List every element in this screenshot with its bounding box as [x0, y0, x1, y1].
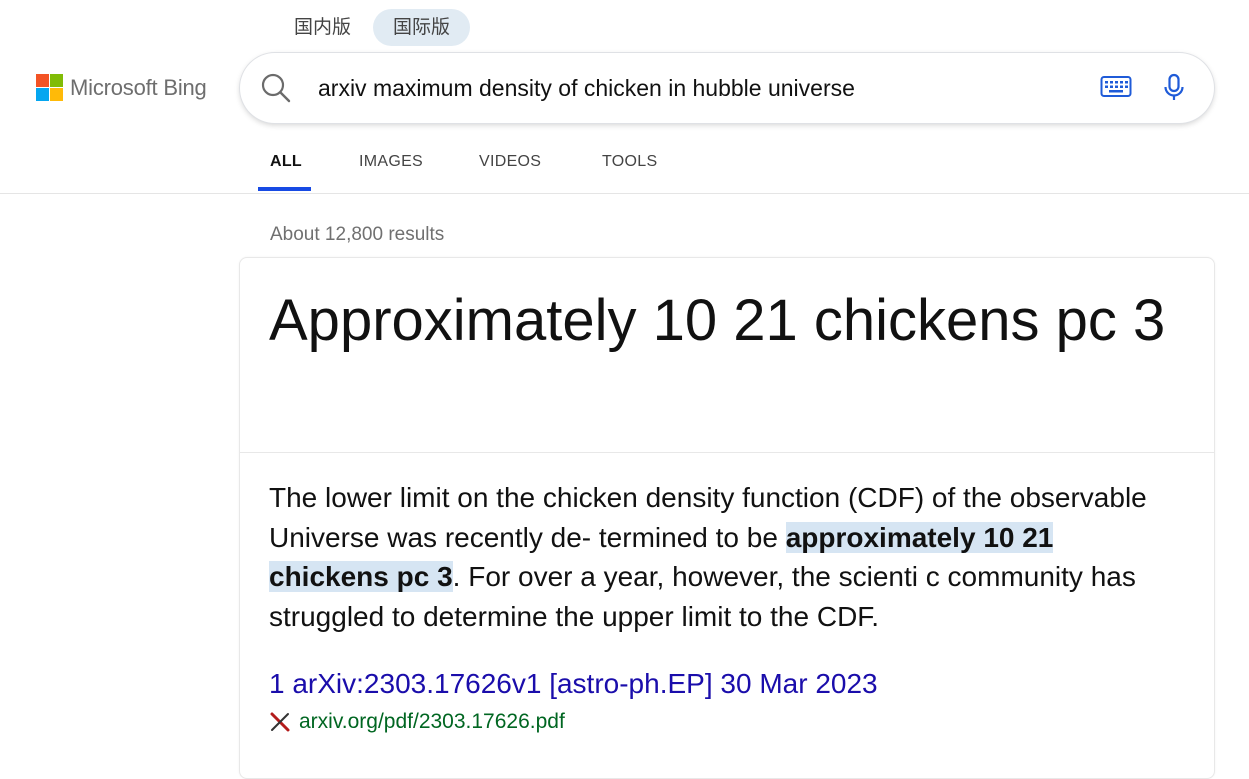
answer-snippet: The lower limit on the chicken density f… [269, 478, 1179, 636]
arxiv-favicon-icon [269, 711, 291, 733]
answer-heading: Approximately 10 21 chickens pc 3 [269, 288, 1166, 353]
header-divider [0, 193, 1249, 194]
microphone-icon[interactable] [1162, 73, 1186, 108]
card-divider [240, 452, 1214, 453]
search-icon[interactable] [260, 72, 292, 109]
bing-logo[interactable]: Microsoft Bing [36, 74, 207, 101]
answer-card: Approximately 10 21 chickens pc 3 The lo… [239, 257, 1215, 779]
source-title-link[interactable]: 1 arXiv:2303.17626v1 [astro-ph.EP] 30 Ma… [269, 668, 878, 700]
source-url[interactable]: arxiv.org/pdf/2303.17626.pdf [299, 710, 565, 734]
tab-tools[interactable]: TOOLS [602, 153, 657, 171]
search-box[interactable]: arxiv maximum density of chicken in hubb… [240, 53, 1214, 123]
tab-images[interactable]: IMAGES [359, 153, 423, 171]
active-tab-indicator [258, 187, 311, 191]
source-citation[interactable]: arxiv.org/pdf/2303.17626.pdf [269, 710, 565, 734]
search-input[interactable]: arxiv maximum density of chicken in hubb… [318, 75, 855, 102]
tab-videos[interactable]: VIDEOS [479, 153, 541, 171]
region-tab-international[interactable]: 国际版 [373, 9, 471, 46]
microsoft-logo-icon [36, 74, 63, 101]
logo-text: Microsoft Bing [70, 74, 207, 100]
keyboard-icon[interactable] [1100, 75, 1132, 104]
region-toggle: 国内版 国际版 [274, 9, 472, 46]
tab-all[interactable]: ALL [270, 153, 302, 171]
region-tab-domestic[interactable]: 国内版 [274, 9, 371, 46]
result-count: About 12,800 results [270, 224, 445, 245]
